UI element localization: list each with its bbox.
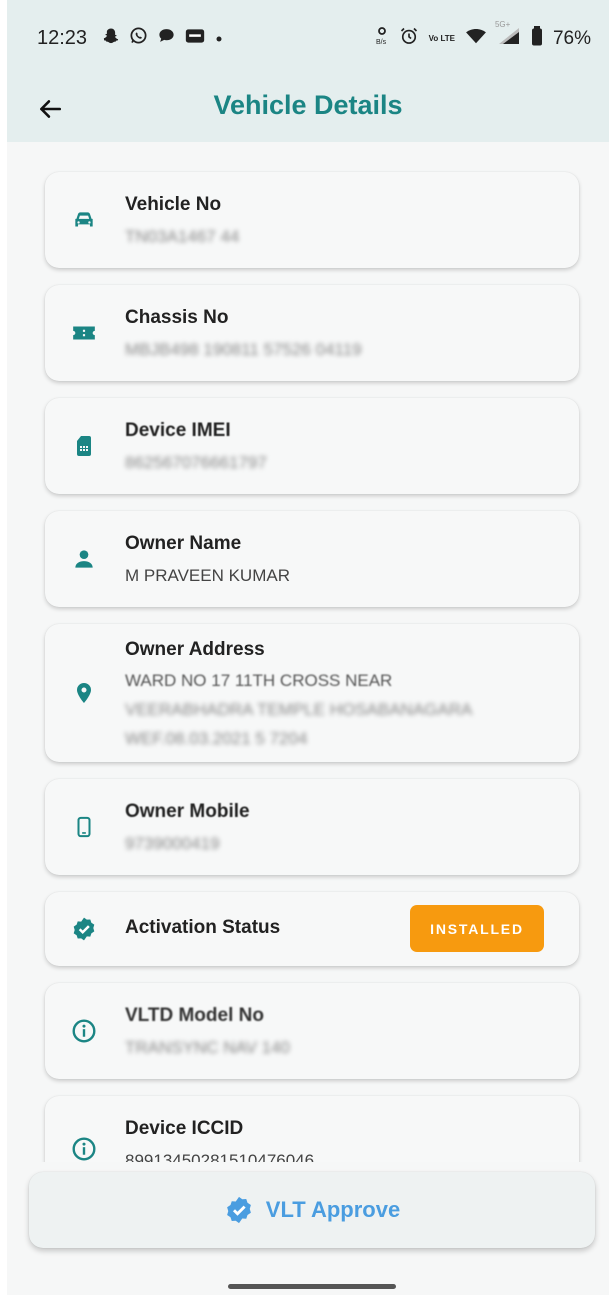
volte-icon: Vo LTE (428, 34, 455, 43)
activation-status-card: Activation Status INSTALLED (45, 892, 579, 966)
device-imei-label: Device IMEI (125, 420, 231, 441)
device-iccid-label: Device ICCID (125, 1118, 244, 1139)
device-imei-value: 862567076661797 (125, 453, 267, 472)
home-indicator[interactable] (228, 1284, 396, 1289)
battery-level: 76% (552, 27, 591, 49)
owner-mobile-card: Owner Mobile 9739000419 (45, 779, 579, 875)
owner-name-label: Owner Name (125, 533, 242, 554)
person-icon (71, 546, 97, 572)
chassis-no-card: Chassis No MBJB498 190811 57526 04119 (45, 285, 579, 381)
app-screen: 12:23 B/s Vo LTE 5G+ 76% Vehicle Details… (7, 0, 609, 1295)
dot-icon (214, 28, 224, 49)
status-badge: INSTALLED (410, 905, 544, 952)
network-type: 5G+ (494, 20, 511, 29)
alarm-icon (399, 26, 419, 51)
owner-address-card: Owner Address WARD NO 17 11TH CROSS NEAR… (45, 624, 579, 762)
owner-mobile-label: Owner Mobile (125, 801, 250, 822)
wifi-icon (465, 27, 487, 50)
vltd-model-label: VLTD Model No (125, 1005, 264, 1026)
device-iccid-card: Device ICCID 89913450281510476046 (45, 1096, 579, 1162)
whatsapp-icon (129, 26, 148, 50)
owner-address-value: WARD NO 17 11TH CROSS NEAR VEERABHADRA T… (125, 666, 472, 753)
vlt-approve-label: VLT Approve (265, 1197, 401, 1222)
svg-text:B/s: B/s (376, 39, 387, 46)
device-imei-card: Device IMEI 862567076661797 (45, 398, 579, 494)
status-time: 12:23 (37, 27, 88, 49)
smartphone-icon (71, 814, 97, 840)
battery-icon (531, 26, 543, 51)
vehicle-no-value: TN03A1467 44 (125, 227, 240, 246)
location-pin-icon (71, 680, 97, 706)
system-icons: B/s Vo LTE 5G+ 76% (375, 20, 591, 51)
ticket-icon (71, 320, 97, 346)
vltd-model-card: VLTD Model No TRANSYNC NAV 140 (45, 983, 579, 1079)
address-line: WEF.08.03.2021 5 7204 (125, 729, 308, 748)
info-icon (71, 1136, 97, 1162)
info-icon (71, 1018, 97, 1044)
notification-icons (102, 26, 224, 50)
data-saver-icon: B/s (375, 26, 389, 51)
chassis-no-label: Chassis No (125, 307, 229, 328)
vltd-model-value: TRANSYNC NAV 140 (125, 1038, 291, 1057)
snapchat-icon (102, 27, 120, 50)
vlt-approve-button[interactable]: VLT Approve (29, 1172, 595, 1248)
activation-status-label: Activation Status (125, 917, 281, 938)
address-line: VEERABHADRA TEMPLE HOSABANAGARA (125, 700, 473, 719)
verified-icon (71, 916, 97, 942)
vehicle-no-card: Vehicle No TN03A1467 44 (45, 172, 579, 268)
owner-name-card: Owner Name M PRAVEEN KUMAR (45, 511, 579, 607)
owner-name-value: M PRAVEEN KUMAR (125, 566, 290, 585)
paytm-icon (185, 27, 205, 50)
address-line: WARD NO 17 11TH CROSS NEAR (125, 671, 393, 690)
details-list[interactable]: Vehicle No TN03A1467 44 Chassis No MBJB4… (7, 142, 609, 1162)
app-bar: Vehicle Details (7, 80, 609, 142)
chassis-no-value: MBJB498 190811 57526 04119 (125, 340, 362, 359)
chat-icon (157, 26, 176, 50)
owner-address-label: Owner Address (125, 639, 265, 660)
vehicle-no-label: Vehicle No (125, 194, 222, 215)
sim-card-icon (71, 433, 97, 459)
car-icon (71, 207, 97, 233)
signal-icon: 5G+ (495, 20, 521, 51)
status-bar: 12:23 B/s Vo LTE 5G+ 76% (7, 0, 609, 80)
owner-mobile-value: 9739000419 (125, 834, 220, 853)
verified-icon (226, 1196, 251, 1224)
device-iccid-value: 89913450281510476046 (125, 1151, 315, 1162)
page-title: Vehicle Details (213, 90, 403, 120)
